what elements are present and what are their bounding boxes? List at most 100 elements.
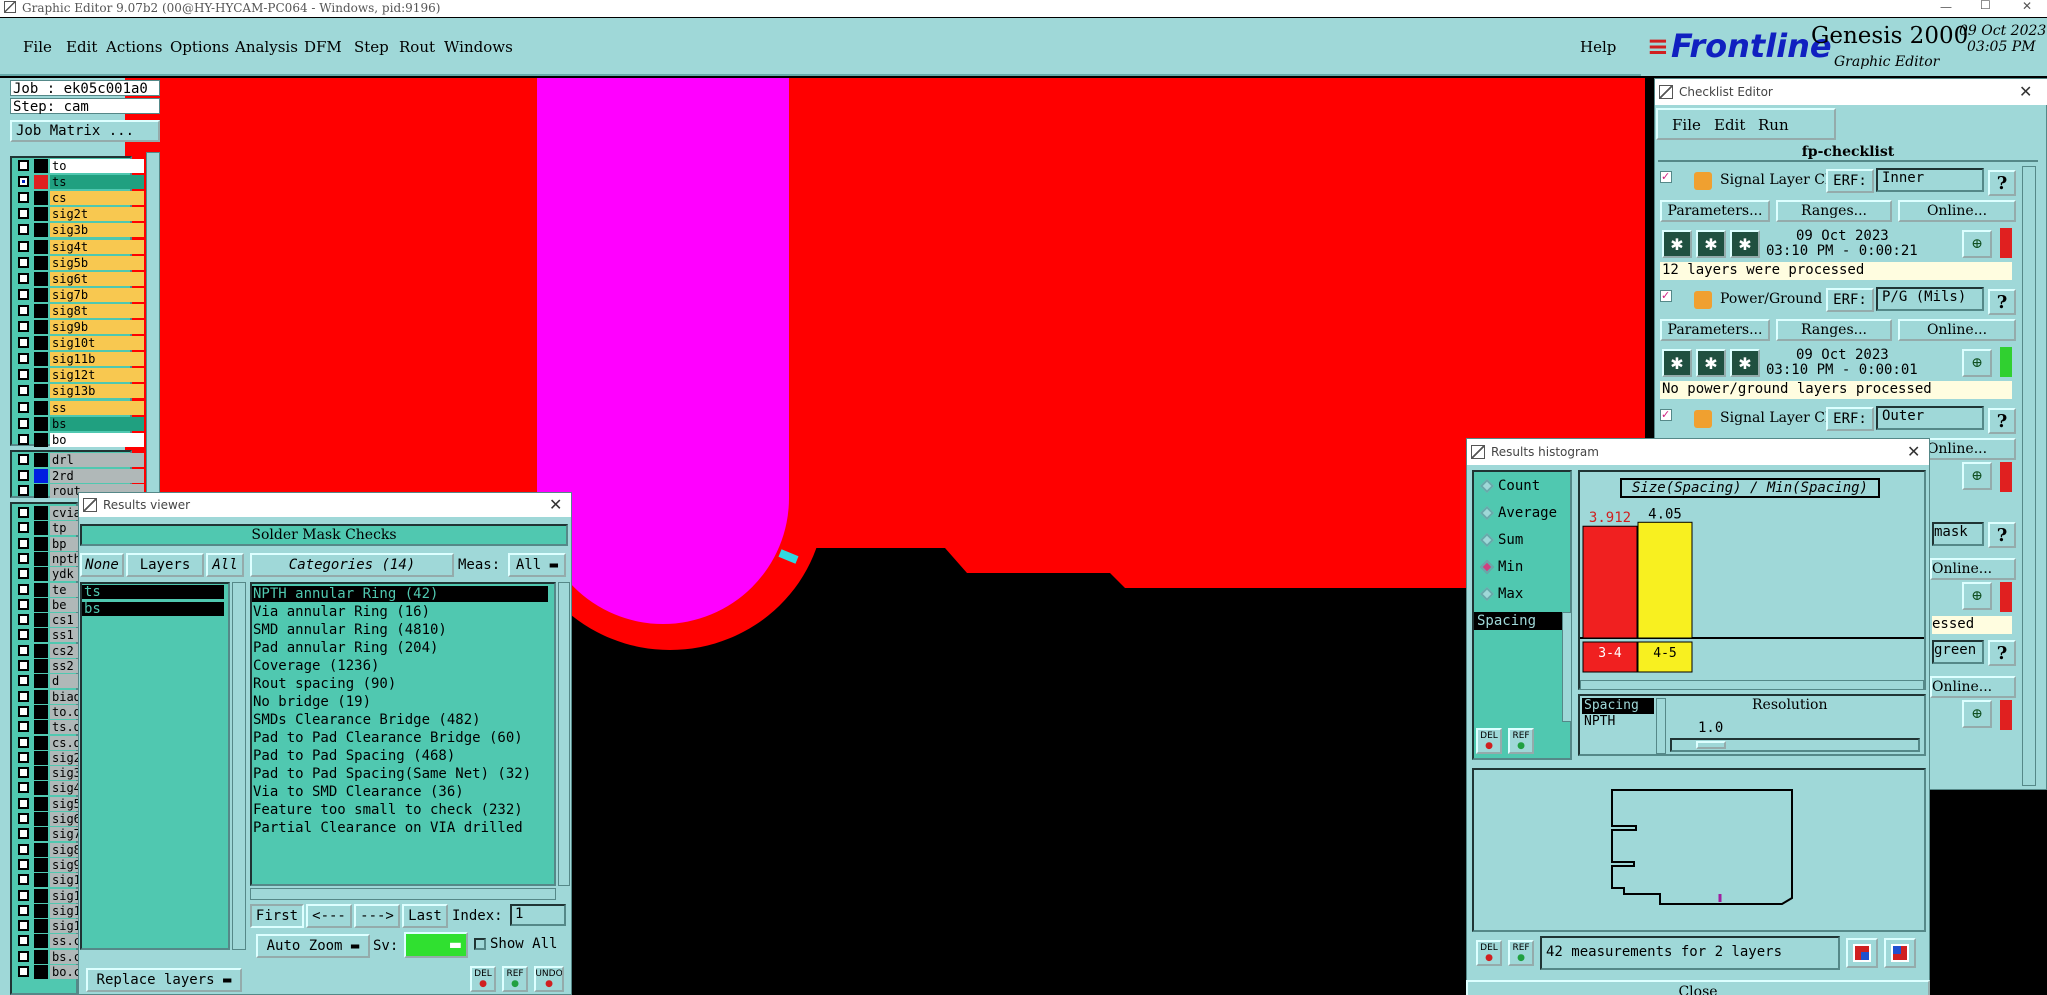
layer-color-swatch[interactable] bbox=[34, 597, 48, 612]
next-button[interactable]: ---> bbox=[354, 904, 400, 928]
layer-row[interactable]: te bbox=[14, 582, 80, 597]
layer-name[interactable]: sig2 bbox=[50, 750, 80, 765]
run-check-icon[interactable]: ✱ bbox=[1730, 230, 1760, 258]
meas-dropdown[interactable]: All ▬ bbox=[508, 553, 566, 577]
layer-checkbox[interactable] bbox=[18, 935, 29, 947]
layer-name[interactable]: sig4t bbox=[50, 239, 144, 254]
layer-color-swatch[interactable] bbox=[34, 704, 48, 719]
layer-name[interactable]: tp bbox=[50, 521, 80, 536]
layer-color-swatch[interactable] bbox=[34, 271, 48, 286]
attribute-list-selected[interactable]: Spacing bbox=[1474, 612, 1564, 630]
all-button[interactable]: All bbox=[206, 553, 244, 577]
layer-color-swatch[interactable] bbox=[34, 536, 48, 551]
undo-button[interactable]: UNDO ● bbox=[534, 966, 564, 992]
erf-button[interactable]: ERF: bbox=[1826, 288, 1874, 312]
layer-color-swatch[interactable] bbox=[34, 674, 48, 689]
layer-row[interactable]: sig3b bbox=[14, 223, 144, 238]
layer-checkbox[interactable] bbox=[18, 675, 29, 687]
layer-row[interactable]: sig1 bbox=[14, 919, 80, 934]
layer-color-swatch[interactable] bbox=[34, 781, 48, 796]
none-button[interactable]: None bbox=[80, 553, 124, 577]
layer-color-swatch[interactable] bbox=[34, 628, 48, 643]
del-button[interactable]: DEL ● bbox=[470, 966, 496, 992]
layer-name[interactable]: biad bbox=[50, 689, 80, 704]
layer-color-swatch[interactable] bbox=[34, 903, 48, 918]
layer-row[interactable]: sig13b bbox=[14, 384, 144, 399]
board-preview[interactable] bbox=[1472, 768, 1926, 932]
layer-checkbox[interactable] bbox=[18, 522, 29, 534]
layer-checkbox[interactable] bbox=[18, 843, 29, 855]
layer-row[interactable]: sig7b bbox=[14, 287, 144, 302]
layer-color-swatch[interactable] bbox=[34, 659, 48, 673]
erf-value[interactable]: Inner bbox=[1876, 168, 1984, 192]
layer-name[interactable]: bs.c bbox=[50, 949, 80, 964]
layer-name[interactable]: d bbox=[50, 674, 80, 689]
layer-row[interactable]: tp bbox=[14, 521, 80, 536]
last-button[interactable]: Last bbox=[402, 904, 448, 928]
layer-color-swatch[interactable] bbox=[34, 796, 48, 811]
layer-checkbox[interactable] bbox=[18, 433, 29, 445]
layer-color-swatch[interactable] bbox=[34, 352, 48, 367]
menu-rout[interactable]: Rout bbox=[399, 38, 435, 56]
zoom-results-icon[interactable]: ⊕ bbox=[1962, 700, 1992, 728]
layer-row[interactable]: sig8 bbox=[14, 842, 80, 857]
layer-checkbox[interactable] bbox=[18, 417, 29, 429]
layer-color-swatch[interactable] bbox=[34, 303, 48, 318]
layer-name[interactable]: sig8 bbox=[50, 842, 80, 857]
results-layer-bs[interactable]: bs bbox=[82, 602, 224, 616]
histogram-bar[interactable] bbox=[1637, 521, 1693, 639]
layer-row[interactable]: sig11b bbox=[14, 352, 144, 367]
online-button[interactable]: Online... bbox=[1898, 200, 2016, 222]
layer-checkbox[interactable] bbox=[18, 950, 29, 962]
layer-color-swatch[interactable] bbox=[34, 613, 48, 628]
layer-name[interactable]: sig6t bbox=[50, 271, 144, 286]
layer-color-swatch[interactable] bbox=[34, 506, 48, 520]
category-item[interactable]: Pad to Pad Spacing(Same Net) (32) bbox=[253, 765, 531, 783]
layer-row[interactable]: bs bbox=[14, 416, 144, 431]
layer-name[interactable]: bs bbox=[50, 416, 144, 431]
layer-color-swatch[interactable] bbox=[34, 857, 48, 872]
zoom-in-histogram-button[interactable] bbox=[1846, 938, 1878, 968]
layer-checkbox[interactable] bbox=[18, 767, 29, 779]
category-item[interactable]: Pad to Pad Spacing (468) bbox=[253, 747, 455, 765]
layer-name[interactable]: 2rd bbox=[50, 468, 144, 483]
ref-button[interactable]: REF ● bbox=[502, 966, 528, 992]
layer-name[interactable]: sig9b bbox=[50, 320, 144, 334]
layer-name[interactable]: ts.d bbox=[50, 720, 80, 735]
layer-checkbox[interactable] bbox=[18, 782, 29, 794]
layer-name[interactable]: sig12t bbox=[50, 368, 144, 383]
layer-name[interactable]: sig2t bbox=[50, 207, 144, 222]
layer-row[interactable]: cs.d bbox=[14, 735, 80, 750]
histogram-close-icon[interactable]: ✕ bbox=[1907, 442, 1920, 461]
layer-row[interactable]: bs.c bbox=[14, 949, 80, 964]
layer-name[interactable]: cs1 bbox=[50, 613, 80, 628]
layer-name[interactable]: drl bbox=[50, 453, 144, 467]
layer-row[interactable]: ss bbox=[14, 400, 144, 415]
results-layer-ts[interactable]: ts bbox=[82, 585, 224, 599]
layer-checkbox[interactable] bbox=[18, 337, 29, 349]
layer-row[interactable]: ts bbox=[14, 175, 144, 190]
layer-checkbox[interactable] bbox=[18, 813, 29, 824]
menu-windows[interactable]: Windows bbox=[444, 38, 513, 56]
resolution-slider[interactable] bbox=[1670, 738, 1920, 752]
zoom-results-icon[interactable]: ⊕ bbox=[1962, 582, 1992, 610]
layer-color-swatch[interactable] bbox=[34, 484, 48, 498]
layer-name[interactable]: npth bbox=[50, 551, 80, 566]
layer-color-swatch[interactable] bbox=[34, 735, 48, 750]
online-button[interactable]: Online... bbox=[1930, 676, 2016, 698]
layer-checkbox[interactable] bbox=[18, 721, 29, 733]
layer-name[interactable]: sig1 bbox=[50, 873, 80, 888]
layer-name[interactable]: be bbox=[50, 597, 80, 612]
selected-scrollbar[interactable] bbox=[1656, 698, 1666, 754]
layer-color-swatch[interactable] bbox=[34, 919, 48, 934]
layer-name[interactable]: cvia bbox=[50, 506, 80, 520]
layer-color-swatch[interactable] bbox=[34, 965, 48, 979]
layer-checkbox[interactable] bbox=[18, 583, 29, 595]
layer-name[interactable]: sig5 bbox=[50, 796, 80, 811]
layer-color-swatch[interactable] bbox=[34, 643, 48, 658]
parameters-button[interactable]: Parameters... bbox=[1660, 200, 1770, 222]
layer-name[interactable]: bo bbox=[50, 432, 144, 447]
histogram-bar[interactable] bbox=[1582, 525, 1638, 639]
online-button[interactable]: Online... bbox=[1898, 319, 2016, 341]
menu-edit[interactable]: Edit bbox=[66, 38, 97, 56]
